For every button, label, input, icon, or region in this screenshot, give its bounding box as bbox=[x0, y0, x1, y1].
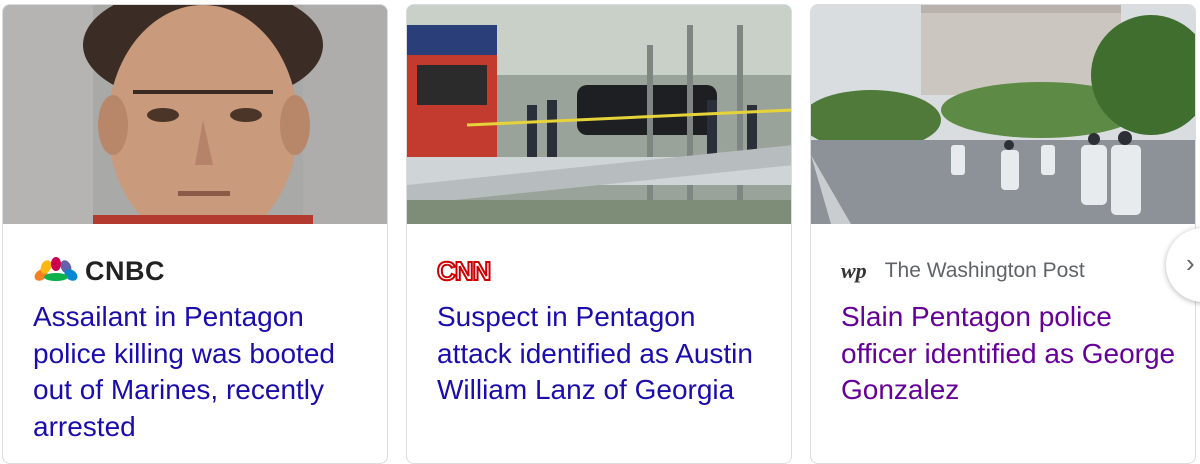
headline-link[interactable]: Slain Pentagon police officer identified… bbox=[841, 299, 1181, 409]
news-card-cnbc[interactable]: CNBC Assailant in Pentagon police killin… bbox=[2, 4, 388, 464]
source-logo-washington-post: wp The Washington Post bbox=[841, 251, 1085, 291]
source-name: CNBC bbox=[85, 255, 165, 286]
nbc-peacock-icon bbox=[34, 257, 78, 281]
source-name: CNN bbox=[436, 255, 492, 287]
news-card-washington-post[interactable]: wp The Washington Post Slain Pentagon po… bbox=[810, 4, 1196, 464]
headline-link[interactable]: Suspect in Pentagon attack identified as… bbox=[437, 299, 777, 409]
headline-link[interactable]: Assailant in Pentagon police killing was… bbox=[33, 299, 373, 445]
mugshot-photo[interactable] bbox=[3, 5, 387, 224]
wp-logo-icon: wp bbox=[841, 258, 867, 283]
motorcycle-procession-photo[interactable] bbox=[811, 5, 1195, 224]
chevron-right-icon: › bbox=[1186, 248, 1195, 278]
crime-scene-photo[interactable] bbox=[407, 5, 791, 224]
news-card-cnn[interactable]: CNN Suspect in Pentagon attack identifie… bbox=[406, 4, 792, 464]
source-logo-cnbc: CNBC bbox=[33, 251, 165, 291]
source-name: The Washington Post bbox=[884, 259, 1085, 282]
source-logo-cnn: CNN bbox=[436, 251, 492, 291]
